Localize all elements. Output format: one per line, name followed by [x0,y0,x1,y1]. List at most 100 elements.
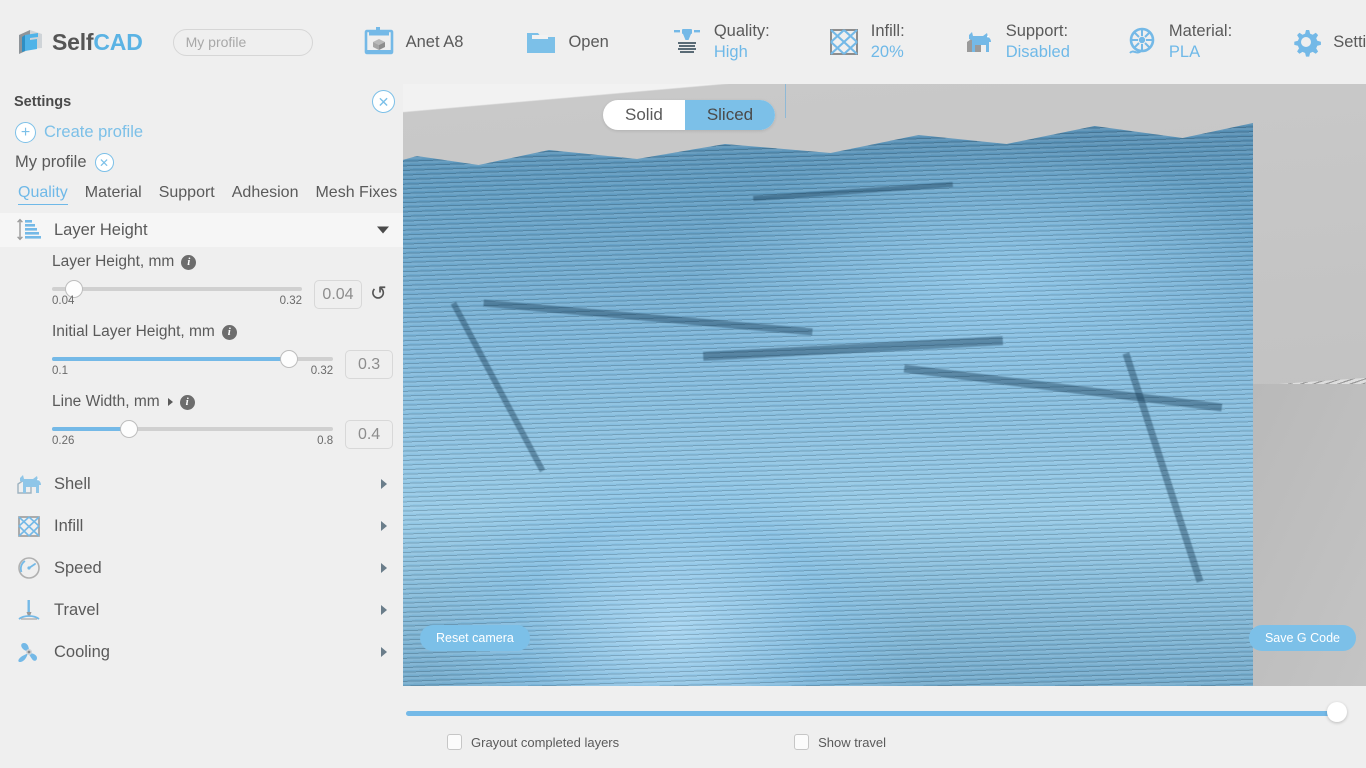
material-spool-icon [1124,24,1160,60]
infill-selector[interactable]: Infill: 20% [822,11,909,73]
settings-tabs: Quality Material Support Adhesion Mesh F… [18,184,403,205]
chevron-down-icon[interactable] [377,226,389,234]
infill-key: Infill: [870,22,905,41]
view-mode-sliced[interactable]: Sliced [684,100,776,130]
slider-max: 0.8 [317,435,334,447]
shell-dog-icon [14,469,44,499]
support-text: Support: Disabled [1006,21,1070,62]
tab-mesh-fixes[interactable]: Mesh Fixes [315,184,397,205]
chevron-right-icon[interactable] [381,563,387,573]
tab-quality[interactable]: Quality [18,184,68,205]
infill-grid-icon [14,511,44,541]
settings-label: Settings [1333,32,1366,51]
support-selector[interactable]: Support: Disabled [957,11,1074,73]
settings-button[interactable]: Settings [1284,11,1366,73]
bottom-bar: Grayout completed layers Show travel [403,686,1366,768]
section-travel[interactable]: Travel [0,593,403,627]
infill-grid-icon [826,24,862,60]
checkbox-show-travel[interactable]: Show travel [794,734,886,750]
layer-height-range: 0.04 0.32 [52,295,302,311]
field-layer-height: Layer Height, mm i 0.04 0.32 0.04 ↺ [0,253,403,311]
tab-adhesion[interactable]: Adhesion [232,184,299,205]
remove-profile-icon[interactable]: ✕ [94,153,114,172]
folder-open-icon [523,24,559,60]
layer-height-value[interactable]: 0.04 [314,280,362,309]
checkbox-box[interactable] [794,734,810,750]
tab-material[interactable]: Material [85,184,142,205]
chevron-right-icon[interactable] [381,521,387,531]
view-mode-solid[interactable]: Solid [603,100,685,130]
info-icon[interactable]: i [179,394,195,410]
layer-height-fields: Layer Height, mm i 0.04 0.32 0.04 ↺ Init… [0,247,403,465]
speed-gauge-icon [14,553,44,583]
viewport-divider-line [785,84,786,118]
field-initial-layer-height: Initial Layer Height, mm i 0.1 0.32 0.3 [0,323,403,381]
line-width-value[interactable]: 0.4 [345,420,393,449]
checkbox-grayout-completed-layers[interactable]: Grayout completed layers [447,734,619,750]
reset-camera-button[interactable]: Reset camera [420,625,530,651]
chevron-right-icon[interactable] [381,605,387,615]
field-line-width-label: Line Width, mm i [52,393,393,411]
section-cooling[interactable]: Cooling [0,635,403,669]
printer-name: Anet A8 [405,32,464,51]
save-gcode-button[interactable]: Save G Code [1248,625,1356,651]
section-infill[interactable]: Infill [0,509,403,543]
chevron-right-icon[interactable] [167,398,173,406]
section-speed[interactable]: Speed [0,551,403,585]
slider-min: 0.26 [52,435,75,447]
initial-layer-height-slider-track[interactable] [52,350,334,368]
layer-slider-knob[interactable] [1327,702,1347,722]
gear-icon [1288,24,1324,60]
printer-selector[interactable]: Anet A8 [357,11,468,73]
info-icon[interactable]: i [221,324,237,340]
layer-preview-slider[interactable] [406,702,1347,722]
slider-max: 0.32 [279,295,302,307]
chevron-right-icon[interactable] [381,479,387,489]
slider-max: 0.32 [310,365,334,377]
section-label: Cooling [54,642,110,661]
settings-sidebar: Settings ✕ + Create profile My profile ✕… [0,84,403,768]
printer-icon [361,24,397,60]
layer-height-slider-track[interactable] [52,280,302,298]
section-label: Travel [54,600,100,619]
viewport-options: Grayout completed layers Show travel [447,734,886,750]
info-icon[interactable]: i [181,254,197,270]
active-profile-row: My profile ✕ [15,153,403,172]
active-profile-name: My profile [15,153,87,171]
slider-min: 0.1 [52,365,68,377]
tab-support[interactable]: Support [159,184,215,205]
checkbox-box[interactable] [447,734,462,750]
initial-layer-height-range: 0.1 0.32 [52,365,333,381]
chevron-right-icon[interactable] [381,647,387,657]
section-label: Speed [54,558,102,577]
app-logo[interactable]: SelfCAD [16,27,143,57]
open-label: Open [568,32,609,51]
3d-viewport[interactable]: Solid Sliced Reset camera Save G Code [403,84,1366,686]
create-profile-button[interactable]: + Create profile [15,122,403,143]
reset-icon[interactable]: ↺ [370,280,387,308]
field-initial-layer-height-label: Initial Layer Height, mm i [52,323,393,341]
line-width-slider-track[interactable] [52,420,334,438]
material-selector[interactable]: Material: PLA [1120,11,1236,73]
checkbox-label: Grayout completed layers [471,734,620,750]
close-icon[interactable]: ✕ [372,90,395,113]
quality-selector[interactable]: Quality: High [665,11,774,73]
create-profile-label: Create profile [44,123,144,141]
quality-text: Quality: High [714,21,770,62]
field-line-width: Line Width, mm i 0.26 0.8 0.4 [0,393,403,451]
support-value: Disabled [1005,43,1070,61]
slider-fill [52,357,288,361]
section-layer-height[interactable]: Layer Height [0,213,403,247]
section-shell[interactable]: Shell [0,467,403,501]
open-button[interactable]: Open [519,11,612,73]
infill-value: 20% [870,43,904,61]
initial-layer-height-value[interactable]: 0.3 [345,350,393,379]
travel-nozzle-icon [14,595,44,625]
selfcad-logo-icon [16,27,46,57]
profile-name-input[interactable] [172,28,313,56]
layer-slider-fill [406,711,1334,716]
support-dog-icon [961,24,997,60]
top-toolbar: SelfCAD Anet A8 [0,0,1366,84]
infill-text: Infill: 20% [871,21,905,62]
field-layer-height-label: Layer Height, mm i [52,253,393,271]
